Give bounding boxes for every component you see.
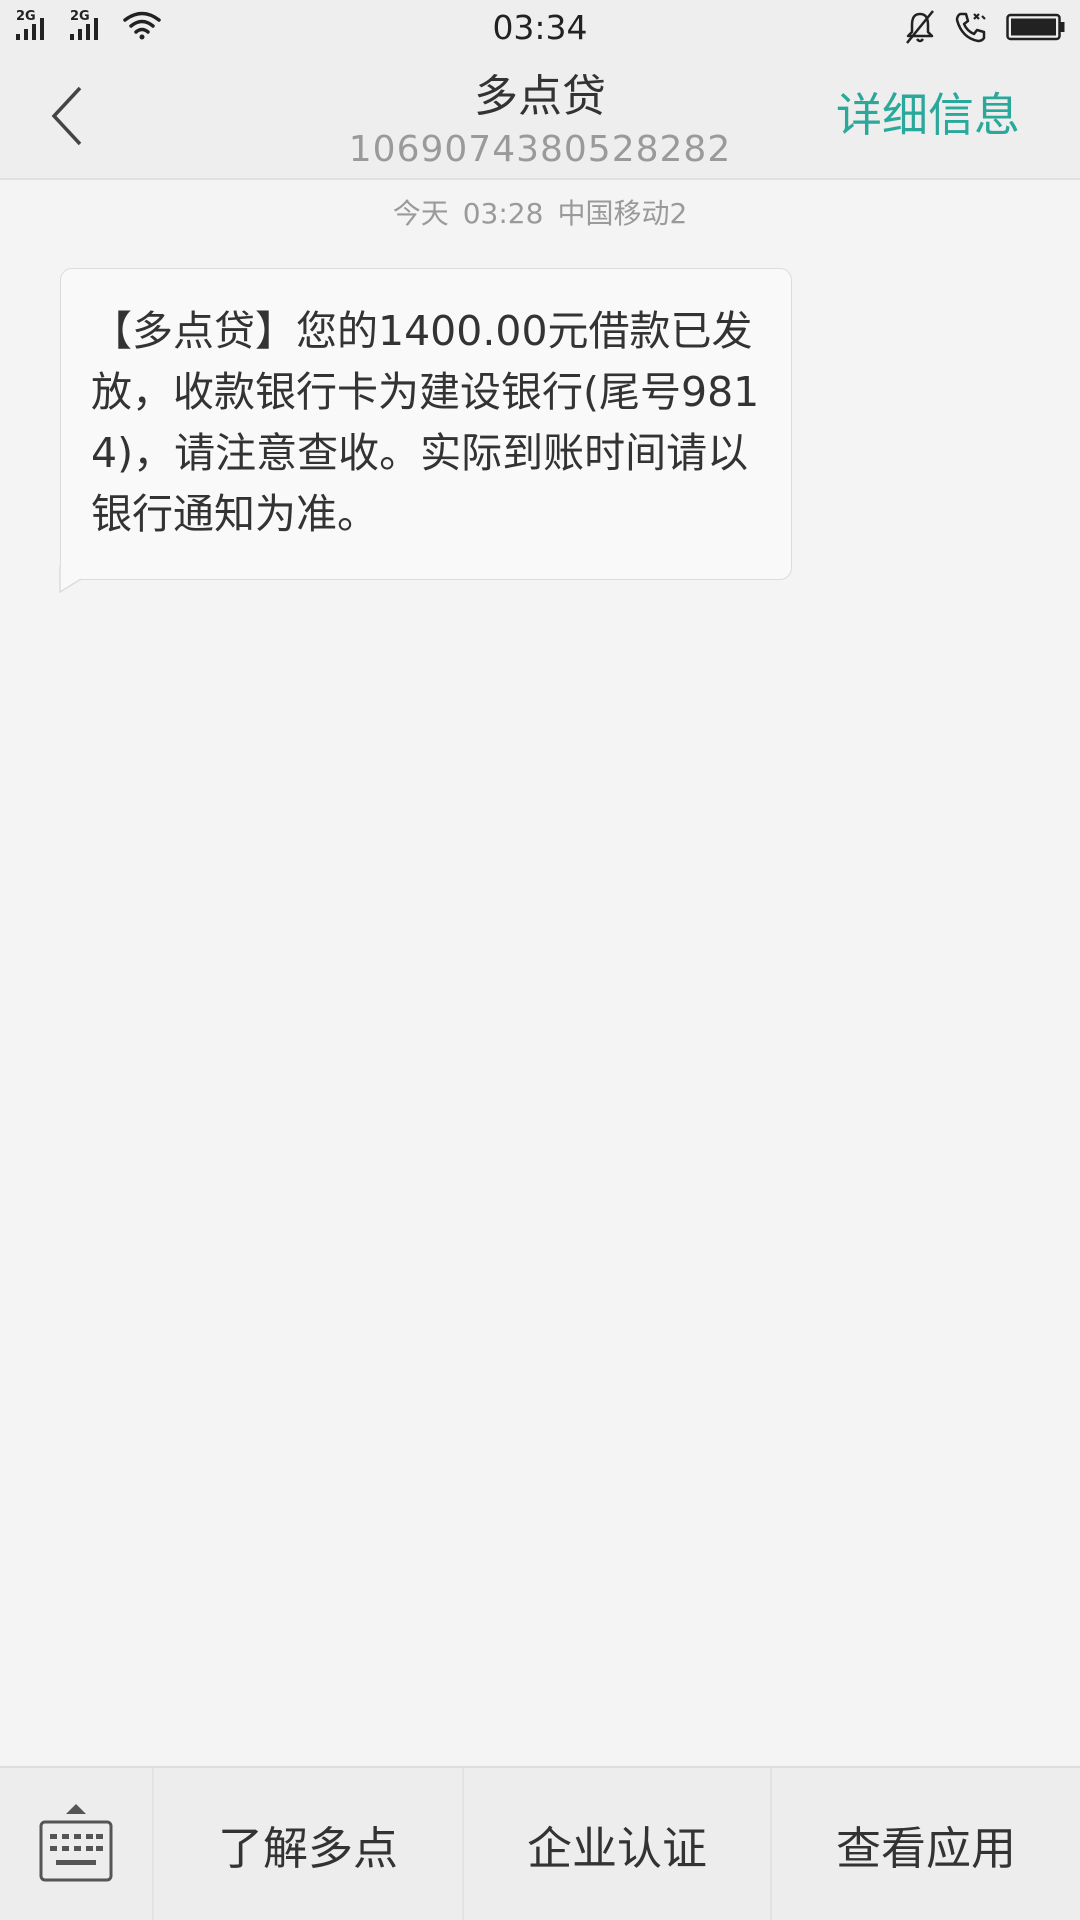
sms-conversation-screen: 2G 2G 03:34 多点贷 1069074380528282 详细信息 今天… (0, 0, 1080, 1920)
bottom-menu-bar: 了解多点 企业认证 查看应用 (0, 1766, 1080, 1920)
message-text: 【多点贷】您的1400.00元借款已发放，收款银行卡为建设银行(尾号9814)，… (91, 307, 760, 538)
bubble-tail (59, 566, 85, 594)
message-day: 今天 (392, 197, 449, 230)
keyboard-toggle-button[interactable] (0, 1768, 152, 1920)
details-button[interactable]: 详细信息 (836, 86, 1020, 144)
keyboard-icon (39, 1804, 113, 1882)
status-right (904, 10, 1066, 44)
message-bubble[interactable]: 【多点贷】您的1400.00元借款已发放，收款银行卡为建设银行(尾号9814)，… (60, 268, 792, 580)
message-carrier: 中国移动2 (557, 197, 688, 230)
message-timestamp: 今天 03:28 中国移动2 (0, 196, 1080, 232)
message-time: 03:28 (462, 197, 544, 230)
bell-muted-icon (906, 10, 934, 44)
menu-item-view-app[interactable]: 查看应用 (772, 1768, 1080, 1920)
menu-item-verification[interactable]: 企业认证 (464, 1768, 770, 1920)
conversation-header: 多点贷 1069074380528282 详细信息 (0, 56, 1080, 180)
battery-icon (1006, 13, 1065, 41)
status-bar: 2G 2G 03:34 (0, 0, 1080, 56)
menu-item-about[interactable]: 了解多点 (154, 1768, 462, 1920)
phone-call-icon (955, 12, 986, 43)
